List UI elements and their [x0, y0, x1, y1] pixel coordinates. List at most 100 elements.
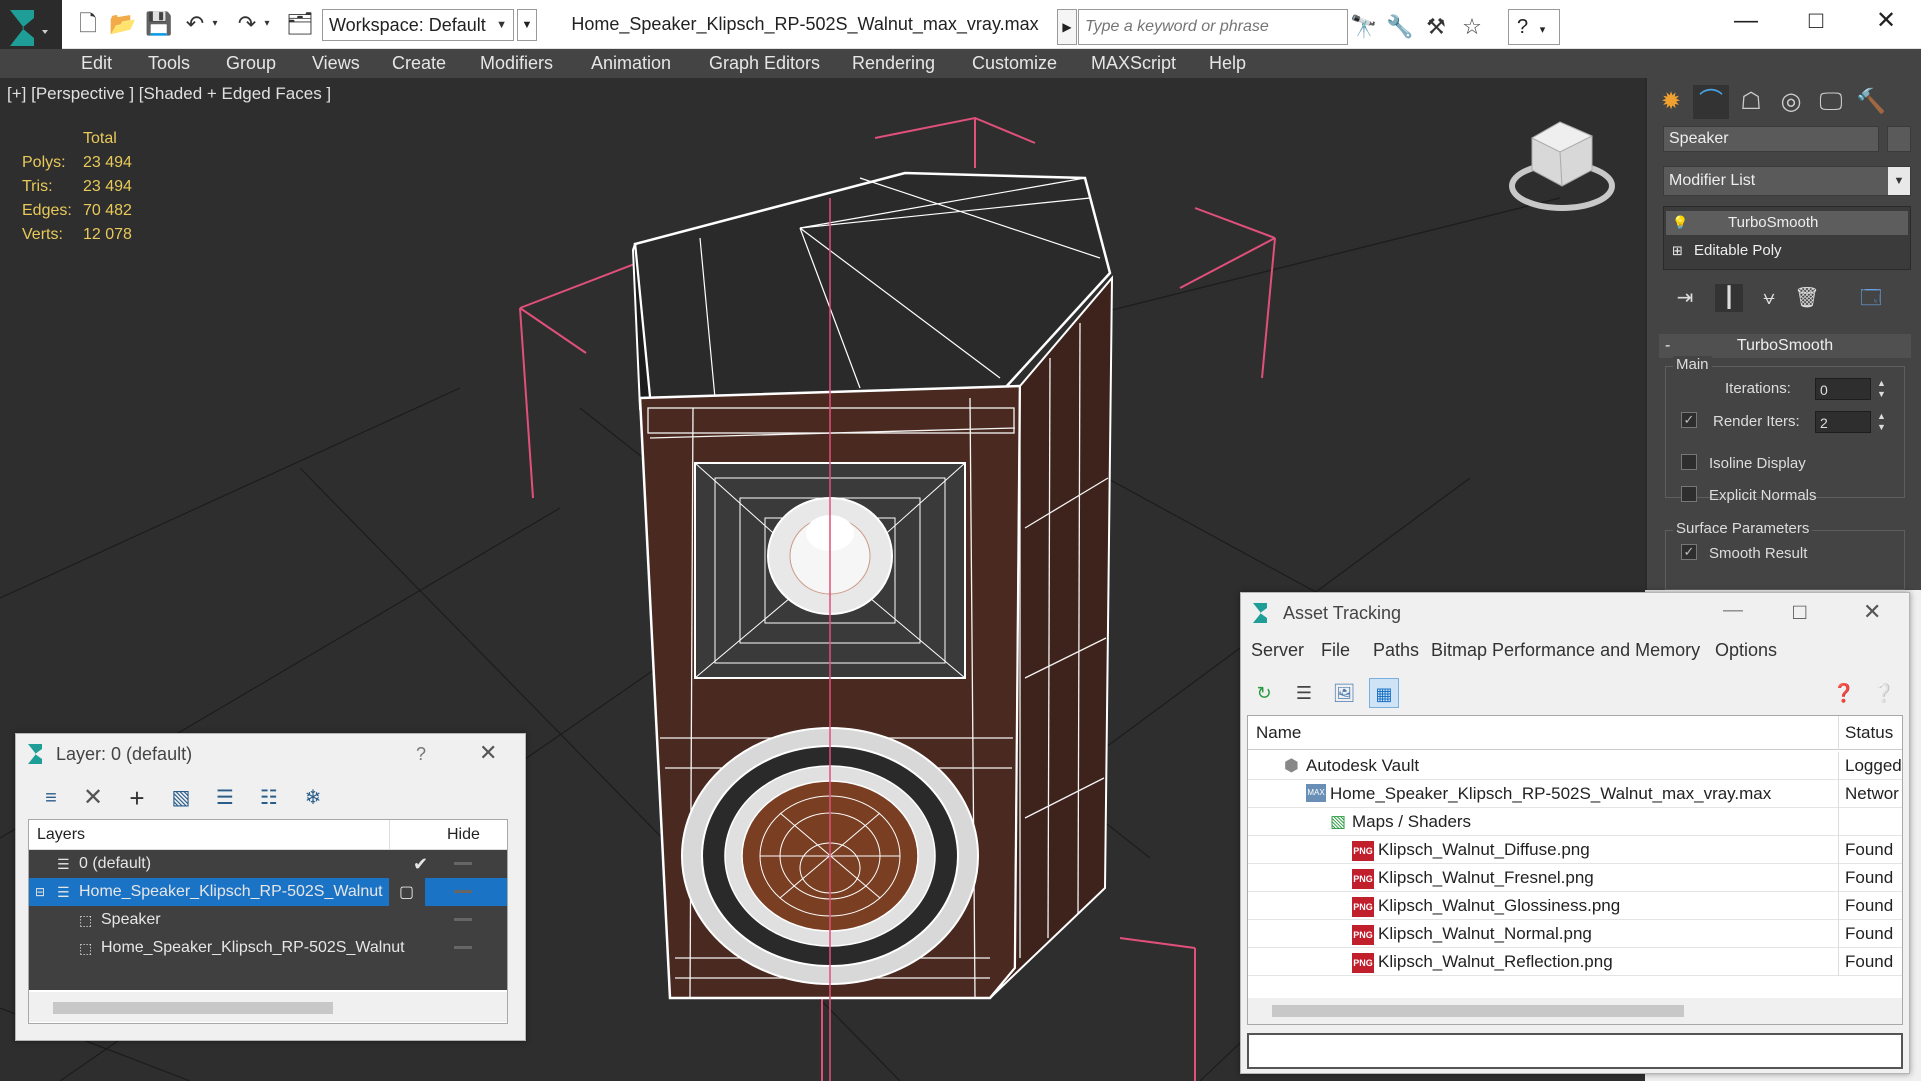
viewcube-icon[interactable] [1509, 121, 1615, 211]
asset-row[interactable]: PNG Klipsch_Walnut_Reflection.png Found [1248, 948, 1902, 976]
add-to-layer-icon[interactable]: + [122, 783, 152, 813]
menu-graph-editors[interactable]: Graph Editors [709, 49, 820, 78]
expand-plus-icon[interactable]: ⊞ [1672, 239, 1683, 263]
new-file-icon[interactable]: 🗋 [73, 9, 103, 39]
hide-toggle-icon[interactable] [454, 890, 472, 893]
menu-animation[interactable]: Animation [591, 49, 671, 78]
close-icon[interactable]: ✕ [1863, 599, 1881, 625]
favorites-star-icon[interactable]: ☆ [1456, 11, 1488, 43]
modify-tab-icon[interactable]: ⌒ [1693, 85, 1729, 119]
lightbulb-icon[interactable]: 💡 [1672, 211, 1688, 235]
layer-row[interactable]: ⬚ Speaker [29, 906, 507, 934]
menu-maxscript[interactable]: MAXScript [1091, 49, 1176, 78]
close-icon[interactable]: ✕ [1851, 0, 1921, 45]
minimize-icon[interactable]: — [1711, 0, 1781, 45]
stack-item-editable-poly[interactable]: ⊞ Editable Poly [1666, 239, 1908, 263]
search-expand-icon[interactable]: ▶ [1057, 9, 1077, 45]
menu-file[interactable]: File [1321, 640, 1350, 661]
menu-edit[interactable]: Edit [81, 49, 112, 78]
minimize-icon[interactable]: — [1723, 599, 1743, 622]
object-color-swatch[interactable] [1887, 126, 1911, 152]
hide-all-layers-icon[interactable]: ☷ [254, 783, 284, 813]
thumbnail-view-icon[interactable]: 🖼 [1329, 678, 1359, 708]
asset-row[interactable]: ▧ Maps / Shaders [1248, 808, 1902, 836]
utilities-tab-icon[interactable]: 🔨 [1853, 85, 1889, 119]
new-layer-icon[interactable]: ≡ [36, 783, 66, 813]
render-iters-spinner[interactable]: 2 [1815, 411, 1871, 433]
layer-row[interactable]: ☰ 0 (default) ✔ [29, 850, 507, 878]
rollout-header[interactable]: - TurboSmooth [1659, 334, 1911, 358]
spinner-arrows-icon[interactable]: ▲ ▼ [1877, 378, 1886, 400]
menu-tools[interactable]: Tools [148, 49, 190, 78]
iterations-spinner[interactable]: 0 [1815, 378, 1871, 400]
freeze-all-layers-icon[interactable]: ❄ [298, 783, 328, 813]
select-objects-in-layer-icon[interactable]: ▧ [166, 783, 196, 813]
scrollbar-thumb[interactable] [53, 1002, 333, 1014]
redo-icon[interactable]: ↷ [232, 9, 262, 39]
redo-dropdown-icon[interactable]: ▾ [260, 9, 274, 39]
undo-icon[interactable]: ↶ [180, 9, 210, 39]
table-view-icon[interactable]: ▦ [1369, 678, 1399, 708]
menu-bitmap-performance[interactable]: Bitmap Performance and Memory [1431, 640, 1700, 661]
column-header-layers[interactable]: Layers [37, 826, 85, 844]
layer-row[interactable]: ⬚ Home_Speaker_Klipsch_RP-502S_Walnut [29, 934, 507, 962]
create-tab-icon[interactable]: ✹ [1653, 85, 1689, 119]
configure-modifier-sets-icon[interactable]: 🗔 [1857, 284, 1885, 312]
list-view-icon[interactable]: ☰ [1289, 678, 1319, 708]
asset-row[interactable]: MAX Home_Speaker_Klipsch_RP-502S_Walnut_… [1248, 780, 1902, 808]
menu-paths[interactable]: Paths [1373, 640, 1419, 661]
active-layer-check-icon[interactable]: ✔ [413, 850, 428, 878]
wrench-icon[interactable]: 🔧 [1384, 11, 1416, 43]
viewport-label[interactable]: [+] [Perspective ] [Shaded + Edged Faces… [7, 84, 331, 104]
asset-row[interactable]: PNG Klipsch_Walnut_Glossiness.png Found [1248, 892, 1902, 920]
smooth-result-checkbox[interactable]: ✓ [1681, 544, 1697, 560]
hide-toggle-icon[interactable] [454, 946, 472, 949]
hide-toggle-icon[interactable] [454, 918, 472, 921]
asset-row[interactable]: PNG Klipsch_Walnut_Diffuse.png Found [1248, 836, 1902, 864]
refresh-icon[interactable]: ↻ [1249, 678, 1279, 708]
workspace-dropdown[interactable]: Workspace: Default ▼ [322, 9, 514, 41]
remove-modifier-icon[interactable]: 🗑 [1793, 284, 1821, 312]
display-tab-icon[interactable]: 🖵 [1813, 85, 1849, 119]
asset-row[interactable]: PNG Klipsch_Walnut_Normal.png Found [1248, 920, 1902, 948]
menu-rendering[interactable]: Rendering [852, 49, 935, 78]
pin-stack-icon[interactable]: ⇥ [1671, 284, 1699, 312]
column-header-hide[interactable]: Hide [447, 826, 480, 844]
hierarchy-tab-icon[interactable]: ☖ [1733, 85, 1769, 119]
collapse-minus-icon[interactable]: ⊟ [35, 878, 45, 906]
scrollbar-thumb[interactable] [1272, 1005, 1684, 1017]
menu-modifiers[interactable]: Modifiers [480, 49, 553, 78]
hide-toggle-icon[interactable] [454, 862, 472, 865]
delete-layer-icon[interactable]: ✕ [78, 783, 108, 813]
layer-row[interactable]: ⊟ ☰ Home_Speaker_Klipsch_RP-502S_Walnut … [29, 878, 507, 906]
render-iters-checkbox[interactable]: ✓ [1681, 412, 1697, 428]
save-icon[interactable]: 💾 [144, 9, 174, 39]
project-folder-icon[interactable]: 🗂 [285, 9, 315, 39]
menu-customize[interactable]: Customize [972, 49, 1057, 78]
help-query-icon[interactable]: ❓ [1829, 678, 1859, 708]
menu-create[interactable]: Create [392, 49, 446, 78]
toolbar-overflow-button[interactable]: ▼ [517, 9, 537, 41]
isoline-display-checkbox[interactable] [1681, 454, 1697, 470]
stack-item-turbosmooth[interactable]: 💡 TurboSmooth [1666, 211, 1908, 235]
search-input[interactable] [1078, 9, 1348, 45]
asset-row[interactable]: ⬢ Autodesk Vault Logged [1248, 752, 1902, 780]
set-active-layer-icon[interactable]: ▢ [399, 879, 414, 907]
motion-tab-icon[interactable]: ◎ [1773, 85, 1809, 119]
column-header-name[interactable]: Name [1256, 716, 1301, 750]
menu-group[interactable]: Group [226, 49, 276, 78]
object-name-field[interactable]: Speaker [1663, 126, 1879, 152]
asset-row[interactable]: PNG Klipsch_Walnut_Fresnel.png Found [1248, 864, 1902, 892]
explicit-normals-checkbox[interactable] [1681, 486, 1697, 502]
show-end-result-icon[interactable]: ┃ [1715, 284, 1743, 312]
horizontal-scrollbar[interactable] [1248, 998, 1902, 1024]
horizontal-scrollbar[interactable] [29, 992, 507, 1022]
help-button[interactable]: ? ▾ [1508, 9, 1560, 45]
undo-dropdown-icon[interactable]: ▾ [208, 9, 222, 39]
menu-help[interactable]: Help [1209, 49, 1246, 78]
column-header-status[interactable]: Status [1838, 716, 1902, 750]
close-icon[interactable]: ✕ [479, 740, 497, 766]
help-icon[interactable]: ? [416, 744, 426, 765]
menu-options[interactable]: Options [1715, 640, 1777, 661]
app-logo-icon[interactable] [0, 0, 62, 56]
